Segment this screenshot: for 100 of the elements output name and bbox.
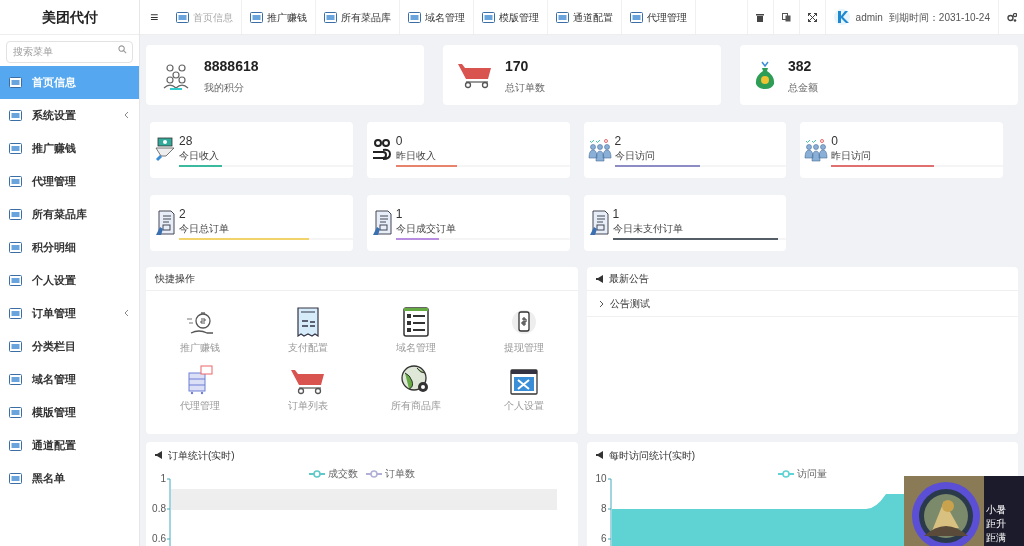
copy-icon[interactable]	[781, 12, 791, 22]
sidebar-item[interactable]: 黑名单	[0, 461, 139, 495]
menu-item-icon	[9, 406, 22, 418]
stat-value: 2	[614, 133, 622, 148]
tab-icon	[250, 11, 264, 23]
widget-text: 距升	[986, 518, 1007, 530]
nav-tab[interactable]: 代理管理	[622, 0, 697, 34]
legend-item[interactable]: 订单数	[365, 468, 415, 479]
tab-icon	[556, 11, 570, 23]
menu-item-icon	[9, 373, 22, 385]
tab-icon	[408, 11, 422, 23]
tools-window-icon	[509, 369, 538, 395]
sidebar-item[interactable]: 订单管理	[0, 296, 139, 330]
stat-value: 28	[179, 133, 193, 148]
menu-item-icon	[9, 439, 22, 451]
menu-item-icon	[9, 340, 22, 352]
megaphone-icon	[595, 274, 605, 283]
expiry-date: 到期时间：2031-10-24	[888, 10, 990, 25]
nav-tab[interactable]: 推广赚钱	[242, 0, 317, 34]
tab-icon	[482, 11, 496, 23]
chevron-icon	[598, 299, 604, 308]
axis-tick-label: 6	[599, 534, 607, 544]
stat-label: 今日总订单	[179, 221, 229, 236]
stat-value: 0	[395, 133, 403, 148]
sidebar-item[interactable]: 通道配置	[0, 428, 139, 462]
menu-item-icon	[9, 307, 22, 319]
search-field[interactable]: 搜索菜单	[6, 40, 133, 63]
stat-label: 今日未支付订单	[612, 221, 683, 236]
avatar[interactable]	[833, 9, 850, 25]
panel-title: 订单统计(实时)	[168, 448, 235, 463]
order-document-icon	[154, 209, 176, 237]
axis-tick-label: 8	[599, 504, 607, 514]
stat-value: 1	[395, 206, 403, 221]
panel-title: 最新公告	[608, 272, 649, 286]
money-hand-icon	[184, 309, 215, 337]
panel-title: 快捷操作	[155, 272, 195, 286]
nav-tab[interactable]: 域名管理	[400, 0, 475, 34]
stat-value: 170	[505, 56, 530, 76]
search-icon	[118, 45, 127, 54]
order-document-icon	[370, 209, 393, 237]
menu-item-icon	[9, 175, 22, 187]
sidebar-item[interactable]: 代理管理	[0, 164, 139, 198]
widget-text: 小暑	[986, 504, 1007, 516]
stat-label: 今日收入	[179, 148, 219, 163]
stat-label: 今日访问	[614, 148, 655, 163]
sidebar-item[interactable]: 分类栏目	[0, 329, 139, 363]
menu-item-icon	[9, 109, 22, 121]
legend-item[interactable]: 访问量	[777, 468, 827, 479]
stat-label: 昨日收入	[395, 148, 436, 163]
sidebar-item[interactable]: 系统设置	[0, 98, 139, 132]
widget-text: 距满	[986, 532, 1007, 544]
receipt-icon	[295, 307, 320, 337]
announcement-item[interactable]: 公告测试	[586, 291, 1018, 317]
menu-toggle[interactable]: ≡	[140, 6, 169, 28]
menu-item-icon	[9, 241, 22, 253]
menu-item-icon	[9, 472, 22, 484]
stat-label: 今日成交订单	[395, 221, 456, 236]
phone-icon	[510, 307, 537, 337]
tab-icon	[324, 11, 338, 23]
stat-label: 总订单数	[505, 80, 545, 95]
username: admin	[855, 10, 883, 25]
nav-tab[interactable]: 所有菜品库	[316, 0, 401, 34]
cart-icon	[457, 61, 493, 89]
tab-icon	[630, 11, 644, 23]
megaphone-icon	[595, 451, 605, 459]
stat-value: 2	[179, 206, 186, 221]
nav-tab[interactable]: 模版管理	[474, 0, 549, 34]
sidebar-item[interactable]: 模版管理	[0, 395, 139, 429]
megaphone-icon	[155, 451, 164, 459]
y-axis	[166, 478, 171, 546]
trash-icon[interactable]	[756, 12, 765, 22]
axis-tick-label: 0.8	[151, 504, 166, 514]
settings-icon[interactable]	[1006, 12, 1017, 22]
menu-item-icon	[9, 208, 22, 220]
sidebar-item[interactable]: 所有菜品库	[0, 197, 139, 231]
stat-label: 昨日访问	[831, 148, 872, 163]
stat-value: 8888618	[204, 56, 259, 76]
tab-icon	[176, 11, 190, 23]
panel-title: 每时访问统计(实时)	[608, 448, 696, 463]
sidebar-item[interactable]: 积分明细	[0, 230, 139, 264]
domain-list-icon	[402, 307, 429, 337]
stat-value: 382	[788, 56, 813, 76]
server-icon	[185, 365, 214, 395]
menu-item-icon	[9, 142, 22, 154]
sidebar-item[interactable]: 推广赚钱	[0, 131, 139, 165]
stat-value: 1	[612, 206, 620, 221]
legend-item[interactable]: 成交数	[308, 468, 358, 479]
people-group-icon	[587, 138, 612, 162]
menu-item-icon	[9, 274, 22, 286]
nav-tab[interactable]: 通道配置	[548, 0, 623, 34]
order-document-icon	[587, 209, 610, 237]
sidebar-item[interactable]: 域名管理	[0, 362, 139, 396]
fullscreen-icon[interactable]	[807, 12, 817, 22]
axis-tick-label: 1	[159, 474, 166, 484]
globe-gear-icon	[400, 365, 431, 395]
people-group-icon	[804, 138, 829, 162]
menu-item-icon	[9, 76, 22, 88]
brand-title: 美团代付	[0, 0, 139, 35]
sidebar-item[interactable]: 个人设置	[0, 263, 139, 297]
axis-tick-label: 10	[594, 474, 607, 484]
